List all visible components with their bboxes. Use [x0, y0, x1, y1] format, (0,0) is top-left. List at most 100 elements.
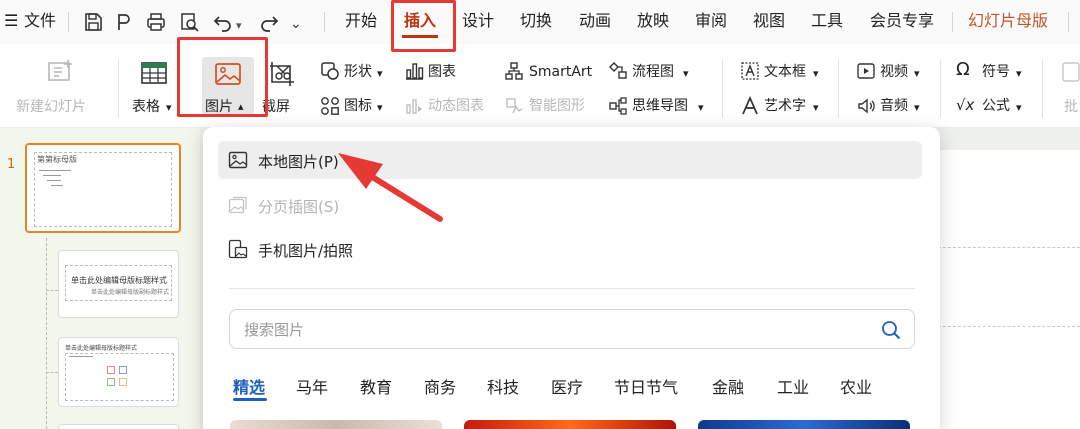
flowchart-icon[interactable] [608, 61, 628, 81]
picture-icon[interactable] [214, 61, 242, 87]
picture-collapse-icon[interactable]: ▴ [238, 98, 244, 116]
tab-transition[interactable]: 切换 [520, 10, 552, 32]
phone-picture-option[interactable]: 手机图片/拍照 [218, 230, 922, 268]
category-education[interactable]: 教育 [360, 374, 392, 398]
category-featured[interactable]: 精选 [233, 374, 265, 398]
undo-icon[interactable] [212, 11, 234, 33]
tab-view[interactable]: 视图 [753, 10, 785, 32]
formula-icon[interactable]: √x [956, 96, 974, 114]
separator [1068, 12, 1069, 32]
search-icon[interactable] [880, 319, 902, 341]
thumb-title: 第第标母版 [37, 155, 77, 164]
dynamic-chart-icon [406, 99, 422, 114]
tab-tools[interactable]: 工具 [811, 10, 843, 32]
screenshot-icon[interactable] [268, 60, 298, 88]
thumb-placeholder-icon [119, 366, 127, 374]
export-pdf-icon[interactable] [113, 11, 135, 33]
tab-slideshow[interactable]: 放映 [637, 10, 669, 32]
chart-icon[interactable] [404, 62, 424, 80]
wordart-dropdown-icon[interactable]: ▾ [813, 99, 819, 117]
slide-thumbnail-layout[interactable] [58, 424, 179, 429]
smart-graphic-button: 智能图形 [529, 98, 585, 114]
local-picture-option[interactable]: 本地图片(P) [218, 141, 922, 179]
category-technology[interactable]: 科技 [487, 374, 519, 398]
shape-button[interactable]: 形状 [344, 63, 372, 81]
paged-picture-label: 分页插图(S) [258, 198, 340, 216]
category-medical[interactable]: 医疗 [551, 374, 583, 398]
shape-dropdown-icon[interactable]: ▾ [377, 65, 383, 83]
category-festivals[interactable]: 节日节气 [614, 374, 678, 398]
mindmap-icon[interactable] [608, 96, 628, 116]
picture-search-input[interactable] [244, 319, 844, 341]
textbox-dropdown-icon[interactable]: ▾ [813, 65, 819, 83]
icons-dropdown-icon[interactable]: ▾ [377, 99, 383, 117]
symbol-button[interactable]: 符号 [982, 63, 1010, 81]
category-finance[interactable]: 金融 [712, 374, 744, 398]
mindmap-dropdown-icon[interactable]: ▾ [698, 99, 704, 117]
video-dropdown-icon[interactable]: ▾ [914, 65, 920, 83]
omega-icon[interactable]: Ω [956, 61, 970, 79]
formula-button[interactable]: 公式 [982, 97, 1010, 115]
symbol-dropdown-icon[interactable]: ▾ [1016, 65, 1022, 83]
thumb-subtitle: 单击此处编辑母版副标题样式 [91, 289, 170, 296]
picture-preview-thumbnail[interactable] [698, 420, 910, 429]
tab-insert[interactable]: 插入 [404, 10, 436, 32]
textbox-button[interactable]: 文本框 [764, 63, 806, 81]
tab-home[interactable]: 开始 [345, 10, 377, 32]
audio-button[interactable]: 音频 [880, 97, 908, 115]
menubar: ☰ 文件 ▾ ⌄ 开始 插入 设计 切换 动画 放映 审阅 视图 工具 会员专享… [0, 0, 1080, 44]
thumb-placeholder-icon [107, 366, 115, 374]
category-horse-year[interactable]: 马年 [296, 374, 328, 398]
active-tab-indicator [402, 35, 438, 38]
icons-icon[interactable] [320, 96, 340, 116]
picture-button[interactable]: 图片 [205, 98, 233, 116]
flowchart-button[interactable]: 流程图 [632, 63, 674, 81]
placeholder-frame [65, 353, 174, 401]
save-icon[interactable] [82, 11, 104, 33]
formula-dropdown-icon[interactable]: ▾ [1016, 99, 1022, 117]
slide-thumbnail-layout-title[interactable]: 单击此处编辑母版标题样式 单击此处编辑母版副标题样式 [58, 250, 179, 318]
wordart-icon[interactable] [740, 96, 760, 116]
tab-animation[interactable]: 动画 [579, 10, 611, 32]
undo-dropdown-icon[interactable]: ▾ [236, 15, 242, 37]
tab-review[interactable]: 审阅 [695, 10, 727, 32]
print-preview-icon[interactable] [178, 11, 200, 33]
category-industry[interactable]: 工业 [777, 374, 809, 398]
slide-thumbnail-master[interactable]: 第第标母版 [25, 143, 181, 233]
hamburger-icon[interactable]: ☰ [4, 10, 18, 32]
shape-icon[interactable] [320, 61, 340, 81]
wordart-button[interactable]: 艺术字 [764, 97, 806, 115]
slide-thumbnail-layout-content[interactable]: 单击此处编辑母版标题样式 [58, 337, 179, 407]
mindmap-button[interactable]: 思维导图 [632, 97, 688, 115]
audio-icon[interactable] [856, 96, 876, 116]
tab-member[interactable]: 会员专享 [870, 10, 934, 32]
video-button[interactable]: 视频 [880, 63, 908, 81]
slide-edit-area[interactable] [938, 150, 1080, 429]
flowchart-dropdown-icon[interactable]: ▾ [683, 65, 689, 83]
paged-picture-option: 分页插图(S) [218, 186, 922, 224]
table-button[interactable]: 表格 [132, 98, 160, 116]
textbox-icon[interactable] [740, 61, 760, 81]
picture-preview-thumbnail[interactable] [230, 420, 442, 429]
table-dropdown-icon[interactable]: ▾ [166, 99, 172, 117]
thumb-text-line [47, 180, 61, 181]
tab-design[interactable]: 设计 [462, 10, 494, 32]
smartart-button[interactable]: SmartArt [529, 63, 592, 81]
video-icon[interactable] [856, 61, 876, 81]
thumb-text-line [39, 170, 71, 171]
picture-preview-thumbnail[interactable] [464, 420, 676, 429]
separator [952, 12, 953, 32]
redo-icon[interactable] [258, 11, 280, 33]
smartart-icon[interactable] [504, 61, 524, 81]
audio-dropdown-icon[interactable]: ▾ [914, 99, 920, 117]
print-icon[interactable] [145, 11, 167, 33]
category-agriculture[interactable]: 农业 [840, 374, 872, 398]
icons-button[interactable]: 图标 [344, 97, 372, 115]
file-menu[interactable]: 文件 [24, 10, 56, 32]
table-icon[interactable] [140, 60, 168, 86]
screenshot-button[interactable]: 截屏 [262, 98, 290, 116]
chart-button[interactable]: 图表 [428, 63, 456, 81]
more-quick-access-icon[interactable]: ⌄ [290, 13, 302, 35]
category-business[interactable]: 商务 [424, 374, 456, 398]
tab-slide-master[interactable]: 幻灯片母版 [968, 10, 1048, 32]
